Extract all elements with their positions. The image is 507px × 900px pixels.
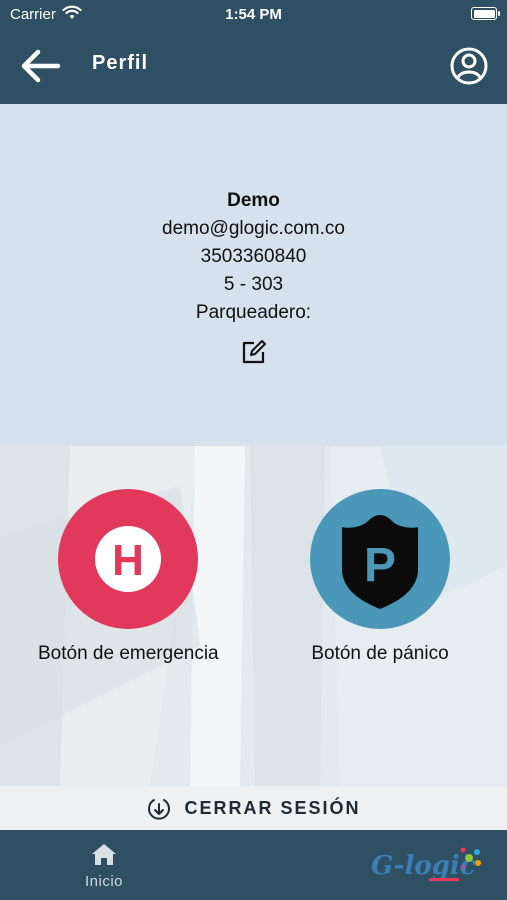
panic-button[interactable]: P Botón de pánico (290, 489, 470, 665)
emergency-label: Botón de emergencia (38, 643, 219, 664)
police-badge-icon: P (342, 515, 418, 609)
emergency-circle: H (58, 489, 198, 629)
panic-circle: P (310, 489, 450, 629)
user-phone: 3503360840 (200, 246, 307, 267)
logout-button[interactable]: CERRAR SESIÓN (0, 786, 507, 830)
user-email: demo@glogic.com.co (162, 218, 345, 239)
status-bar: Carrier 1:54 PM (0, 0, 507, 28)
user-circle-icon[interactable] (449, 46, 489, 86)
page-title: Perfil (92, 52, 149, 74)
user-name: Demo (227, 190, 280, 211)
user-unit: 5 - 303 (223, 274, 284, 295)
tab-home[interactable]: Inicio (72, 842, 136, 894)
actions-panel: H Botón de emergencia P Botón de pánico (0, 446, 507, 786)
battery-icon (471, 7, 497, 20)
emergency-letter: H (112, 536, 144, 585)
tab-bar: Inicio G-logic (0, 830, 507, 900)
profile-card: Demo demo@glogic.com.co 3503360840 5 - 3… (0, 104, 507, 446)
logout-icon (148, 799, 171, 820)
home-icon (92, 844, 116, 865)
logout-label: CERRAR SESIÓN (184, 797, 361, 818)
clock: 1:54 PM (225, 6, 282, 23)
emergency-button[interactable]: H Botón de emergencia (38, 489, 219, 665)
app-header: Perfil (0, 28, 507, 104)
user-parking: Parqueadero: (195, 302, 312, 323)
edit-icon[interactable] (240, 338, 268, 366)
back-arrow-icon[interactable] (18, 46, 64, 86)
tab-home-label: Inicio (84, 873, 124, 890)
hospital-icon: H (95, 526, 161, 592)
glogic-logo: G-logic (369, 844, 485, 886)
logo-text: G-logic (371, 851, 476, 881)
panic-letter: P (364, 539, 396, 592)
panic-label: Botón de pánico (311, 643, 449, 664)
